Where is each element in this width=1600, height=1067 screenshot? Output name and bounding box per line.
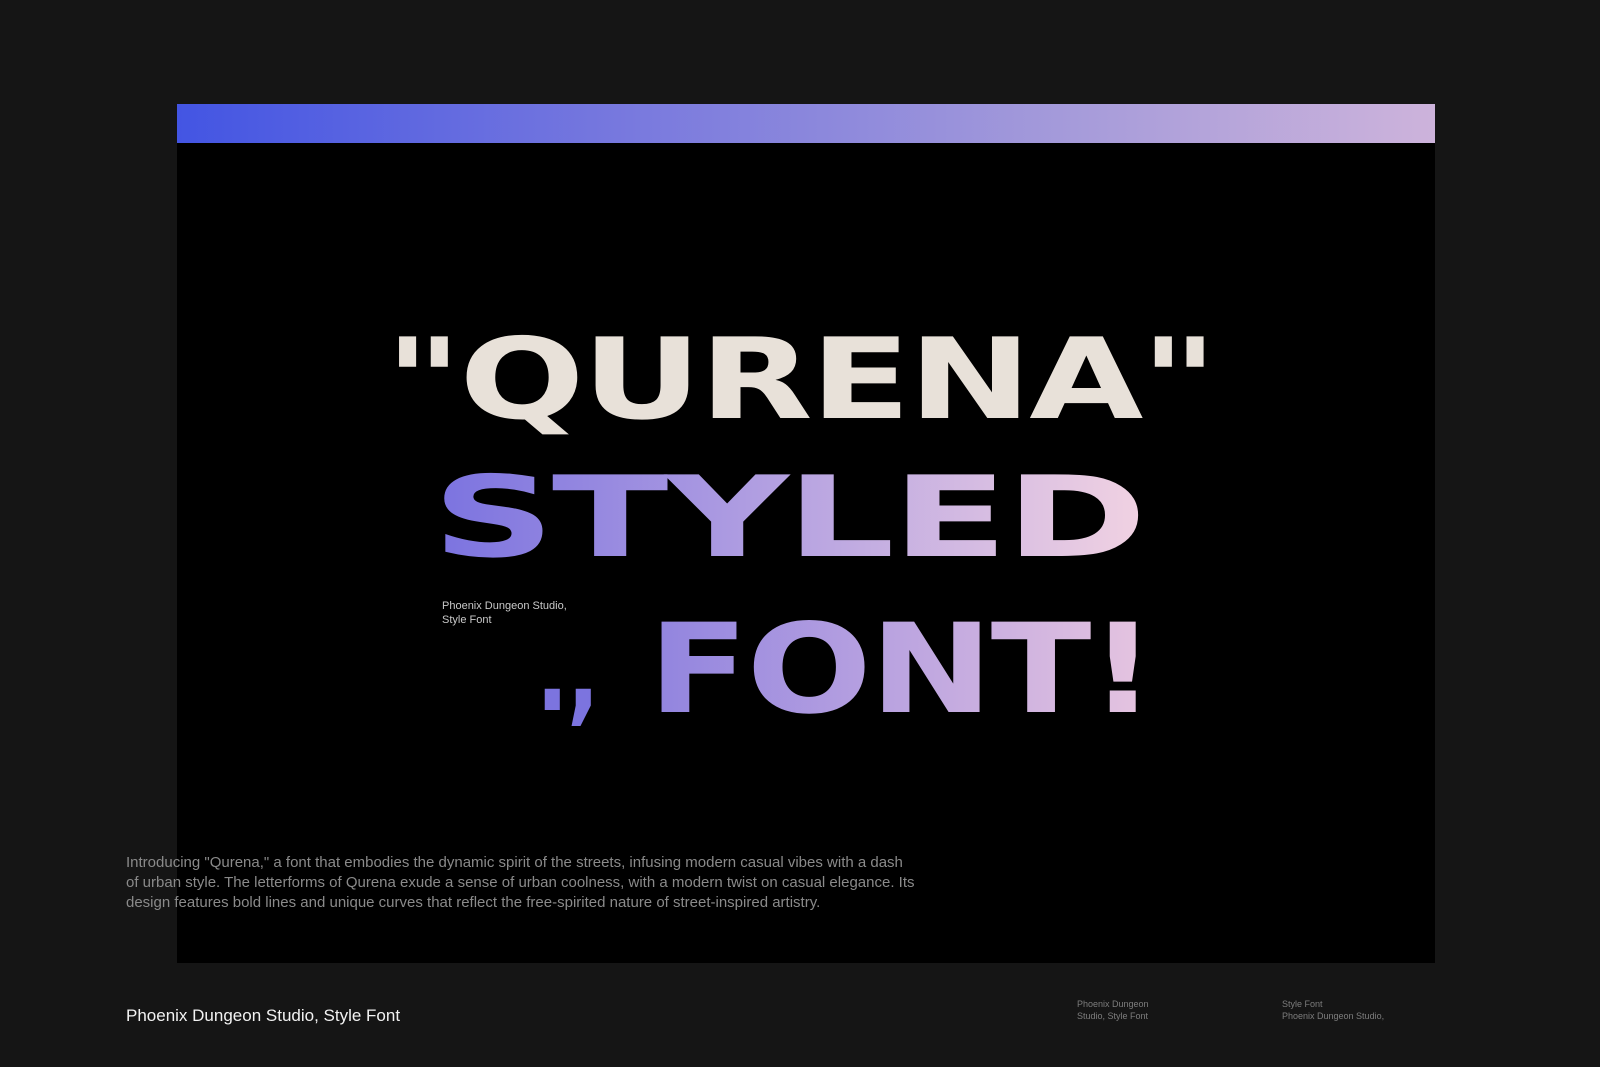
footer-meta-left-line-1: Phoenix Dungeon (1077, 999, 1149, 1009)
description-line-1: Introducing "Qurena," a font that embodi… (126, 854, 903, 871)
footer-meta-right-line-1: Style Font (1282, 999, 1323, 1009)
caption-line-1: Phoenix Dungeon Studio, (442, 600, 567, 612)
footer-meta-right-line-2: Phoenix Dungeon Studio, (1282, 1011, 1385, 1021)
footer-meta-left: Phoenix Dungeon Studio, Style Font (1077, 998, 1149, 1022)
headline-line-1: "QURENA" (385, 315, 1215, 445)
footer-meta-right: Style Font Phoenix Dungeon Studio, (1282, 998, 1384, 1022)
headline-line-3: FONT! (648, 598, 1154, 742)
description-line-3: design features bold lines and unique cu… (126, 894, 821, 911)
headline-line-2: STYLED (432, 453, 1144, 583)
description-line-2: of urban style. The letterforms of Quren… (126, 874, 915, 891)
footer-title: Phoenix Dungeon Studio, Style Font (126, 1006, 401, 1025)
font-description: Introducing "Qurena," a font that embodi… (126, 853, 1006, 913)
studio-caption: Phoenix Dungeon Studio, Style Font (442, 599, 622, 627)
caption-line-2: Style Font (442, 614, 492, 626)
footer-meta-left-line-2: Studio, Style Font (1077, 1011, 1149, 1021)
